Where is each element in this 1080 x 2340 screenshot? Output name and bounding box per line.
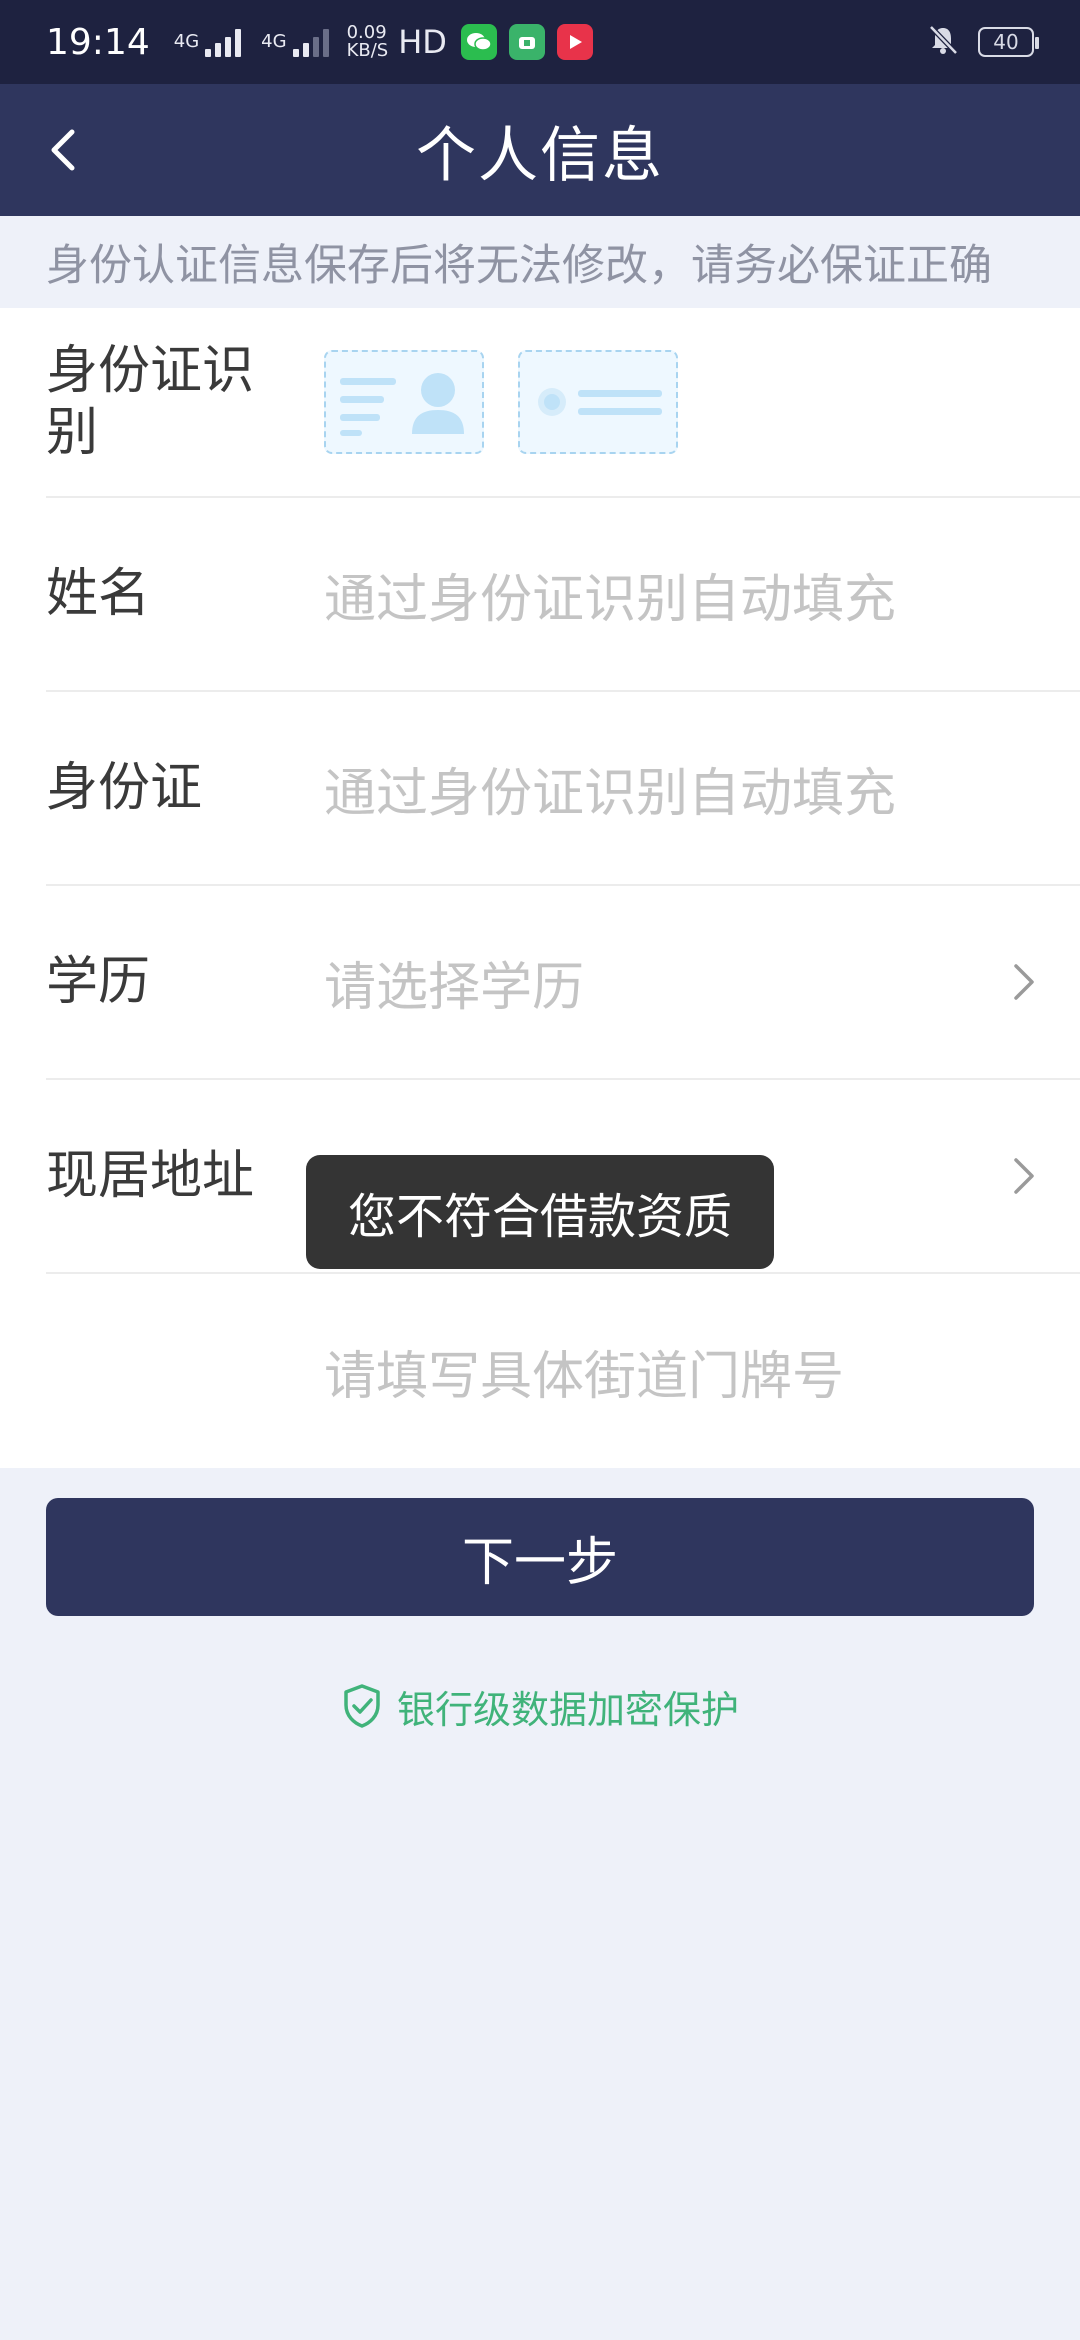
status-time: 19:14 (46, 21, 150, 63)
chevron-right-icon (1010, 1080, 1038, 1272)
id-recognition-label: 身份证识别 (46, 341, 255, 463)
app-icon-green (508, 24, 545, 60)
chevron-left-icon (51, 129, 75, 171)
next-step-button[interactable]: 下一步 (46, 1498, 1034, 1616)
network-speed: 0.09 KB/S (346, 22, 389, 61)
network-type-1: 4G (173, 31, 200, 52)
chevron-right-icon (1010, 886, 1038, 1078)
id-number-row[interactable]: 身份证 通过身份证识别自动填充 (46, 692, 1080, 886)
education-select[interactable]: 请选择学历 (324, 886, 584, 1078)
toast-message: 您不符合借款资质 (306, 1155, 774, 1269)
id-card-back-upload[interactable] (518, 350, 678, 454)
signal-1-icon (205, 27, 242, 57)
personal-info-form: 身份证识别 姓名 通过身份证识别自动填充 身份证 通过身份证识别自动填充 学历 … (0, 308, 1080, 1468)
name-label: 姓名 (46, 564, 151, 624)
id-recognition-row: 身份证识别 (46, 308, 1080, 498)
name-row[interactable]: 姓名 通过身份证识别自动填充 (46, 498, 1080, 692)
id-card-back-icon (538, 388, 662, 416)
name-field[interactable]: 通过身份证识别自动填充 (324, 498, 896, 690)
status-bar: 19:14 4G 4G 0.09 KB/S HD 40 (0, 0, 1080, 84)
wechat-icon (460, 24, 497, 60)
status-right: 40 (926, 23, 1039, 61)
battery-icon: 40 (978, 27, 1039, 57)
id-number-field[interactable]: 通过身份证识别自动填充 (324, 692, 896, 884)
mute-bell-icon (926, 23, 960, 61)
back-button[interactable] (36, 122, 92, 178)
education-row[interactable]: 学历 请选择学历 (46, 886, 1080, 1080)
signal-2-icon (292, 27, 329, 57)
video-app-icon (556, 24, 593, 60)
street-input[interactable]: 请填写具体街道门牌号 (324, 1274, 844, 1468)
app-header: 个人信息 (0, 84, 1080, 216)
shield-check-icon (344, 1684, 380, 1728)
address-label: 现居地址 (46, 1146, 255, 1206)
street-row[interactable]: 请填写具体街道门牌号 (46, 1274, 1080, 1468)
network-type-2: 4G (261, 31, 287, 52)
security-note-text: 银行级数据加密保护 (396, 1687, 739, 1732)
education-label: 学历 (46, 952, 151, 1012)
security-note: 银行级数据加密保护 (0, 1680, 1080, 1732)
id-card-front-upload[interactable] (324, 350, 484, 454)
id-card-front-icon (340, 373, 464, 436)
hd-indicator: HD (398, 23, 447, 61)
page-title: 个人信息 (416, 120, 664, 191)
notice-text: 身份认证信息保存后将无法修改，请务必保证正确 (0, 216, 1080, 308)
id-number-label: 身份证 (46, 758, 203, 818)
